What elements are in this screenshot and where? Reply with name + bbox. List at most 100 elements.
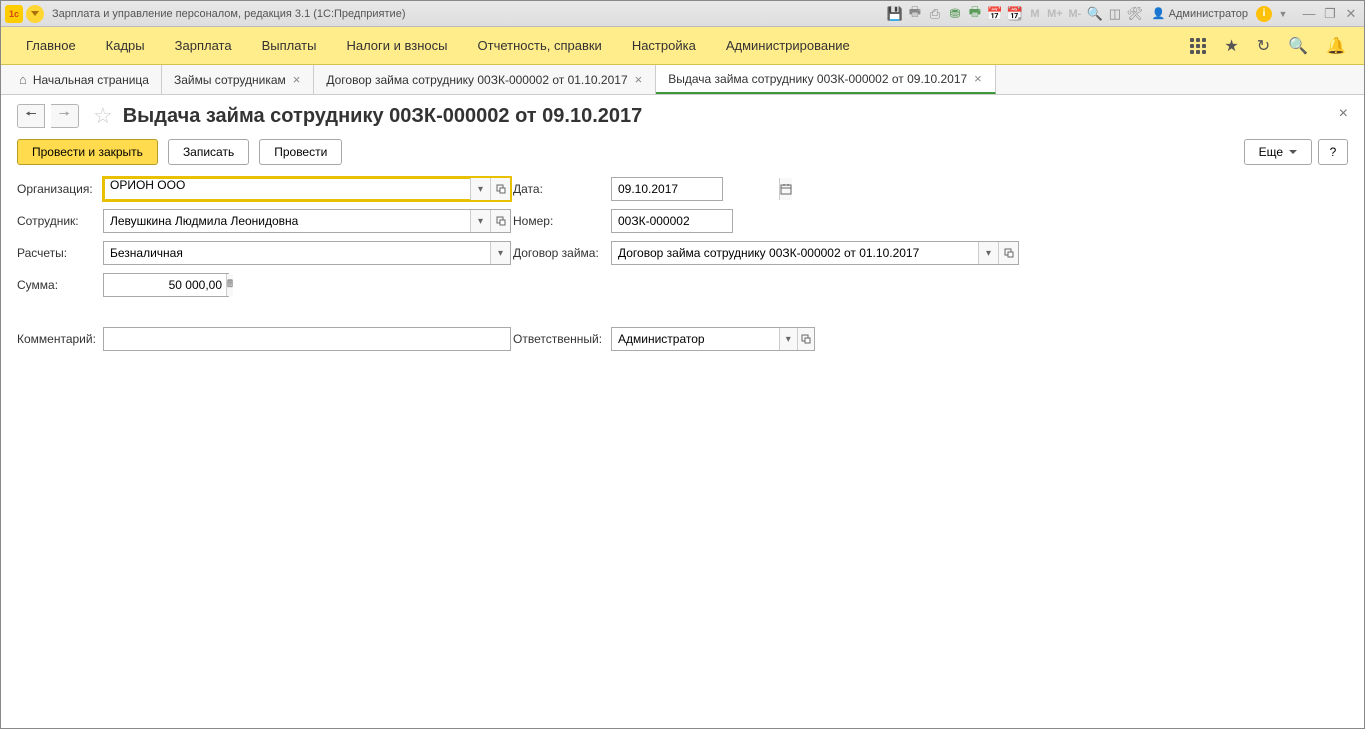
comment-label: Комментарий:: [17, 332, 103, 346]
content-close-icon[interactable]: ×: [1339, 105, 1348, 123]
page-title: Выдача займа сотруднику 00ЗК-000002 от 0…: [123, 105, 643, 128]
app-logo-icon: 1c: [5, 5, 23, 23]
calc-field[interactable]: ▾: [103, 241, 511, 265]
app-window: 1c Зарплата и управление персоналом, ред…: [0, 0, 1365, 729]
menu-salary[interactable]: Зарплата: [160, 27, 247, 64]
menu-taxes[interactable]: Налоги и взносы: [331, 27, 462, 64]
calc-label: Расчеты:: [17, 246, 103, 260]
document-form: Организация: ОРИОН ООО ▾ Дата: Сотрудник…: [17, 177, 1348, 351]
tab-home[interactable]: ⌂ Начальная страница: [1, 65, 162, 94]
date-input[interactable]: [612, 178, 779, 200]
apps-grid-icon[interactable]: [1190, 38, 1206, 54]
tab-loan-contract[interactable]: Договор займа сотруднику 00ЗК-000002 от …: [314, 65, 656, 94]
menu-settings[interactable]: Настройка: [617, 27, 711, 64]
history-icon[interactable]: ↻: [1257, 36, 1270, 56]
org-input[interactable]: ОРИОН ООО: [104, 178, 470, 200]
date-label: Дата:: [513, 182, 611, 196]
contract-field[interactable]: ▾: [611, 241, 1019, 265]
tab-close-icon[interactable]: ×: [973, 72, 983, 85]
menu-payments[interactable]: Выплаты: [247, 27, 332, 64]
toolbar: Провести и закрыть Записать Провести Еще…: [17, 139, 1348, 165]
app-title: Зарплата и управление персоналом, редакц…: [52, 8, 405, 20]
open-icon[interactable]: [797, 328, 815, 350]
contract-label: Договор займа:: [513, 246, 611, 260]
search-icon[interactable]: 🔍: [1288, 36, 1308, 56]
info-drop-icon[interactable]: ▼: [1274, 5, 1292, 23]
contract-input[interactable]: [612, 242, 978, 264]
org-field[interactable]: ОРИОН ООО ▾: [103, 177, 511, 201]
current-user[interactable]: 👤 Администратор: [1146, 7, 1254, 20]
date-field[interactable]: [611, 177, 723, 201]
save-icon[interactable]: 💾: [886, 5, 904, 23]
date-icon[interactable]: 📆: [1006, 5, 1024, 23]
dropdown-icon[interactable]: ▾: [779, 328, 797, 350]
employee-input[interactable]: [104, 210, 470, 232]
dropdown-icon[interactable]: ▾: [470, 210, 490, 232]
help-button[interactable]: ?: [1318, 139, 1348, 165]
sum-label: Сумма:: [17, 278, 103, 292]
open-icon[interactable]: [490, 178, 510, 200]
tab-loan-issue[interactable]: Выдача займа сотруднику 00ЗК-000002 от 0…: [656, 65, 996, 94]
tab-home-label: Начальная страница: [33, 73, 149, 87]
comment-input[interactable]: [104, 328, 510, 350]
tab-loans[interactable]: Займы сотрудникам ×: [162, 65, 314, 94]
close-icon[interactable]: ✕: [1342, 5, 1360, 23]
resp-label: Ответственный:: [513, 332, 611, 346]
maximize-icon[interactable]: ❐: [1321, 5, 1339, 23]
open-icon[interactable]: [998, 242, 1018, 264]
compare-icon[interactable]: ⛃: [946, 5, 964, 23]
user-icon: 👤: [1152, 7, 1166, 20]
favorite-star-icon[interactable]: ☆: [93, 103, 113, 129]
favorites-icon[interactable]: ★: [1224, 36, 1238, 56]
info-icon[interactable]: i: [1256, 6, 1272, 22]
dropdown-icon[interactable]: ▾: [490, 242, 510, 264]
m-plus-icon[interactable]: M+: [1046, 5, 1064, 23]
menu-staff[interactable]: Кадры: [91, 27, 160, 64]
m-icon[interactable]: M: [1026, 5, 1044, 23]
post-and-close-button[interactable]: Провести и закрыть: [17, 139, 158, 165]
tabs-bar: ⌂ Начальная страница Займы сотрудникам ×…: [1, 65, 1364, 95]
open-icon[interactable]: [490, 210, 510, 232]
title-bar: 1c Зарплата и управление персоналом, ред…: [1, 1, 1364, 27]
tab-close-icon[interactable]: ×: [292, 73, 302, 86]
m-minus-icon[interactable]: M-: [1066, 5, 1084, 23]
calculator-icon[interactable]: 🖩: [226, 274, 233, 296]
dropdown-icon[interactable]: ▾: [470, 178, 490, 200]
tab-close-icon[interactable]: ×: [634, 73, 644, 86]
user-name: Администратор: [1169, 8, 1248, 20]
number-label: Номер:: [513, 214, 611, 228]
calendar-picker-icon[interactable]: [779, 178, 792, 200]
print-icon[interactable]: 🖶: [906, 5, 924, 23]
save-button[interactable]: Записать: [168, 139, 249, 165]
sum-input[interactable]: [104, 274, 226, 296]
sum-field[interactable]: 🖩: [103, 273, 229, 297]
titlebar-toolbar: 💾 🖶 ⎙ ⛃ 🖶 📅 📆 M M+ M- 🔍 ◫ 🛠 👤 Администра…: [886, 5, 1360, 23]
employee-field[interactable]: ▾: [103, 209, 511, 233]
calc-input[interactable]: [104, 242, 490, 264]
menu-right-icons: ★ ↻ 🔍 🔔: [1190, 36, 1354, 56]
preview-icon[interactable]: ⎙: [926, 5, 944, 23]
menu-main[interactable]: Главное: [11, 27, 91, 64]
more-button[interactable]: Еще: [1244, 139, 1312, 165]
post-button[interactable]: Провести: [259, 139, 342, 165]
print2-icon[interactable]: 🖶: [966, 5, 984, 23]
org-label: Организация:: [17, 182, 103, 196]
zoom-icon[interactable]: 🔍: [1086, 5, 1104, 23]
responsible-field[interactable]: ▾: [611, 327, 815, 351]
dropdown-icon[interactable]: ▾: [978, 242, 998, 264]
notifications-icon[interactable]: 🔔: [1326, 36, 1346, 56]
responsible-input[interactable]: [612, 328, 779, 350]
nav-back-button[interactable]: 🠔: [17, 104, 45, 128]
calendar-icon[interactable]: 📅: [986, 5, 1004, 23]
menu-admin[interactable]: Администрирование: [711, 27, 865, 64]
settings-icon[interactable]: 🛠: [1126, 5, 1144, 23]
app-menu-dropdown-icon[interactable]: [26, 5, 44, 23]
nav-forward-button[interactable]: 🠖: [51, 104, 79, 128]
tab-issue-label: Выдача займа сотруднику 00ЗК-000002 от 0…: [668, 72, 967, 86]
tab-loans-label: Займы сотрудникам: [174, 73, 286, 87]
comment-field[interactable]: [103, 327, 511, 351]
panels-icon[interactable]: ◫: [1106, 5, 1124, 23]
number-field: 00ЗК-000002: [611, 209, 733, 233]
menu-reports[interactable]: Отчетность, справки: [463, 27, 617, 64]
minimize-icon[interactable]: —: [1300, 5, 1318, 23]
